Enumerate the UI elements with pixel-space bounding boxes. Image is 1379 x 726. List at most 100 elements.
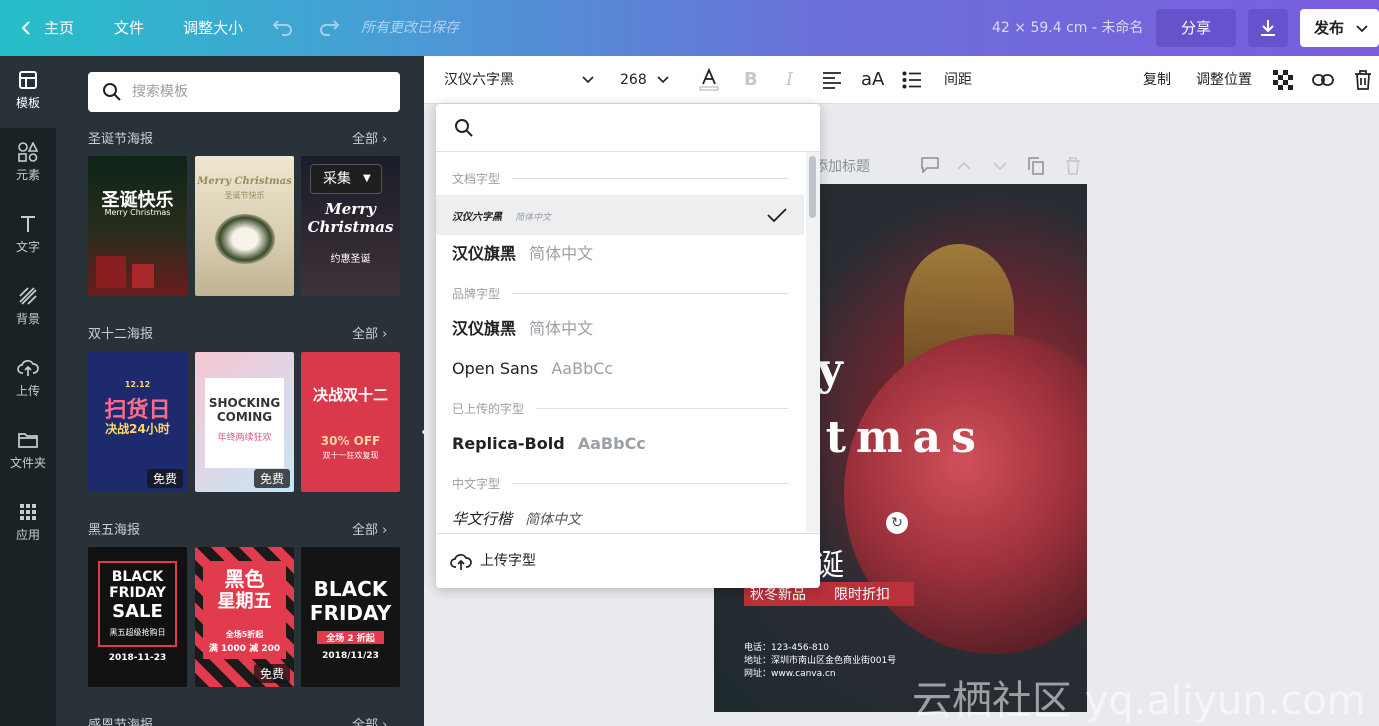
font-option-name: 华文行楷 <box>452 510 513 528</box>
font-option[interactable]: Replica-Bold AaBbCc <box>436 424 804 464</box>
page-comment-button[interactable] <box>921 157 939 177</box>
see-all-label: 全部 <box>352 132 379 147</box>
free-badge: 免费 <box>253 664 290 683</box>
font-section-title: 已上传的字型 <box>452 402 525 416</box>
chevron-left-icon <box>21 21 30 35</box>
align-left-icon <box>823 72 841 89</box>
template-search-input[interactable]: 搜索模板 <box>88 72 400 112</box>
chevron-down-icon <box>582 76 594 84</box>
upload-icon <box>450 554 472 570</box>
rail-item-text[interactable]: 文字 <box>0 200 56 272</box>
download-button[interactable] <box>1248 9 1288 47</box>
font-option[interactable]: Open Sans AaBbCc <box>436 349 804 389</box>
poster-website[interactable]: 网址：www.canva.cn <box>744 666 836 679</box>
rail-item-folder[interactable]: 文件夹 <box>0 416 56 488</box>
resize-button[interactable]: 调整大小 <box>183 0 243 56</box>
trash-icon <box>1355 70 1371 90</box>
rail-item-elements[interactable]: 元素 <box>0 128 56 200</box>
page-up-button[interactable] <box>957 159 971 175</box>
align-button[interactable] <box>822 56 842 109</box>
upload-font-button[interactable]: 上传字型 <box>436 533 820 588</box>
chevron-down-icon <box>657 76 669 84</box>
thumb-text: SALE <box>112 601 163 622</box>
font-option-selected[interactable]: 汉仪六字黑 简体中文 <box>436 195 804 235</box>
thumb-text: 黑五超级抢购日 <box>109 628 166 637</box>
thumb-text: 决战24小时 <box>105 422 170 436</box>
template-thumbnail[interactable]: 12.12 扫货日 决战24小时 免费 <box>88 352 187 492</box>
redo-icon <box>320 20 340 36</box>
font-option[interactable]: 汉仪旗黑 简体中文 <box>436 234 804 274</box>
collect-label: 采集 <box>323 171 351 187</box>
position-button[interactable]: 调整位置 <box>1196 56 1252 104</box>
file-menu-button[interactable]: 文件 <box>114 0 144 56</box>
page-down-button[interactable] <box>993 159 1007 175</box>
free-badge: 免费 <box>146 469 183 488</box>
collect-button[interactable]: 采集 ▼ <box>310 164 382 194</box>
font-section-title: 中文字型 <box>452 477 501 491</box>
elements-icon <box>18 142 39 162</box>
link-button[interactable] <box>1312 56 1334 107</box>
rail-item-upload[interactable]: 上传 <box>0 344 56 416</box>
list-button[interactable] <box>902 56 922 109</box>
trash-icon <box>1066 157 1080 175</box>
poster-address[interactable]: 地址：深圳市南山区金色商业街001号 <box>744 653 896 666</box>
rotate-handle-icon[interactable]: ↻ <box>886 512 908 534</box>
template-thumbnail[interactable]: 黑色 星期五 全场5折起 满 1000 减 200 免费 <box>195 547 294 687</box>
font-size-select[interactable]: 268 <box>620 56 669 104</box>
scrollbar-thumb[interactable] <box>809 156 816 218</box>
bold-icon: B <box>744 69 758 90</box>
divider <box>536 408 788 409</box>
font-search-input[interactable] <box>436 104 820 152</box>
template-thumbnail[interactable]: SHOCKING COMING 年终两续狂欢 免费 <box>195 352 294 492</box>
see-all-label: 全部 <box>352 523 379 538</box>
document-info: 42 × 59.4 cm - 未命名 <box>992 20 1144 36</box>
rail-label: 背景 <box>15 312 40 326</box>
font-option-preview: 简体中文 <box>529 244 594 263</box>
spacing-button[interactable]: 间距 <box>944 56 972 104</box>
template-thumbnail[interactable]: Merry Christmas 圣诞节快乐 <box>195 156 294 296</box>
thumb-text: 圣诞节快乐 <box>224 191 265 200</box>
redo-button[interactable] <box>318 0 340 56</box>
font-option[interactable]: 汉仪旗黑 简体中文 <box>436 309 804 349</box>
page-duplicate-button[interactable] <box>1028 157 1044 179</box>
font-option-preview: AaBbCc <box>551 359 614 378</box>
divider <box>512 293 788 294</box>
template-thumbnail[interactable]: BLACK FRIDAY 全场 2 折起 2018/11/23 <box>301 547 400 687</box>
folder-icon <box>18 433 38 448</box>
template-thumbnail[interactable]: 采集 ▼ Merry Christmas 约惠圣诞 <box>301 156 400 296</box>
template-thumbnail[interactable]: 决战双十二 30% OFF 双十一狂欢复现 <box>301 352 400 492</box>
publish-button[interactable]: 发布 <box>1300 9 1379 47</box>
bold-button[interactable]: B <box>744 56 758 104</box>
rail-item-background[interactable]: 背景 <box>0 272 56 344</box>
font-option-name: 汉仪旗黑 <box>452 319 517 338</box>
case-button[interactable]: aA <box>861 56 884 104</box>
poster-tag-2[interactable]: 限时折扣 <box>834 584 890 604</box>
see-all-link[interactable]: 全部 › <box>352 714 387 726</box>
copy-button[interactable]: 复制 <box>1143 56 1171 104</box>
transparency-button[interactable] <box>1273 56 1293 110</box>
back-home-button[interactable]: 主页 <box>20 0 74 56</box>
see-all-link[interactable]: 全部 › <box>352 128 387 147</box>
upload-icon <box>17 360 39 376</box>
thumb-text: 约惠圣诞 <box>330 254 371 265</box>
font-list-scrollbar[interactable] <box>806 152 820 532</box>
comment-icon <box>921 157 939 174</box>
template-thumbnail[interactable]: BLACK FRIDAY SALE 黑五超级抢购日 2018-11-23 <box>88 547 187 687</box>
text-icon <box>21 216 35 232</box>
font-family-select[interactable]: 汉仪六字黑 <box>444 56 594 104</box>
page-title[interactable]: 添加标题 <box>814 156 870 176</box>
see-all-link[interactable]: 全部 › <box>352 519 387 538</box>
italic-button[interactable]: I <box>786 56 793 104</box>
poster-phone[interactable]: 电话：123-456-810 <box>744 640 829 653</box>
page-delete-button[interactable] <box>1065 157 1081 179</box>
delete-button[interactable] <box>1354 56 1372 110</box>
gift-box <box>96 256 126 288</box>
background-icon <box>19 287 37 305</box>
rail-item-apps[interactable]: 应用 <box>0 488 56 560</box>
chevron-up-icon <box>957 161 971 170</box>
undo-button[interactable] <box>272 0 294 56</box>
share-button[interactable]: 分享 <box>1156 9 1236 47</box>
template-thumbnail[interactable]: 圣诞快乐 Merry Christmas <box>88 156 187 296</box>
see-all-link[interactable]: 全部 › <box>352 323 387 342</box>
rail-item-templates[interactable]: 模板 <box>0 56 56 128</box>
